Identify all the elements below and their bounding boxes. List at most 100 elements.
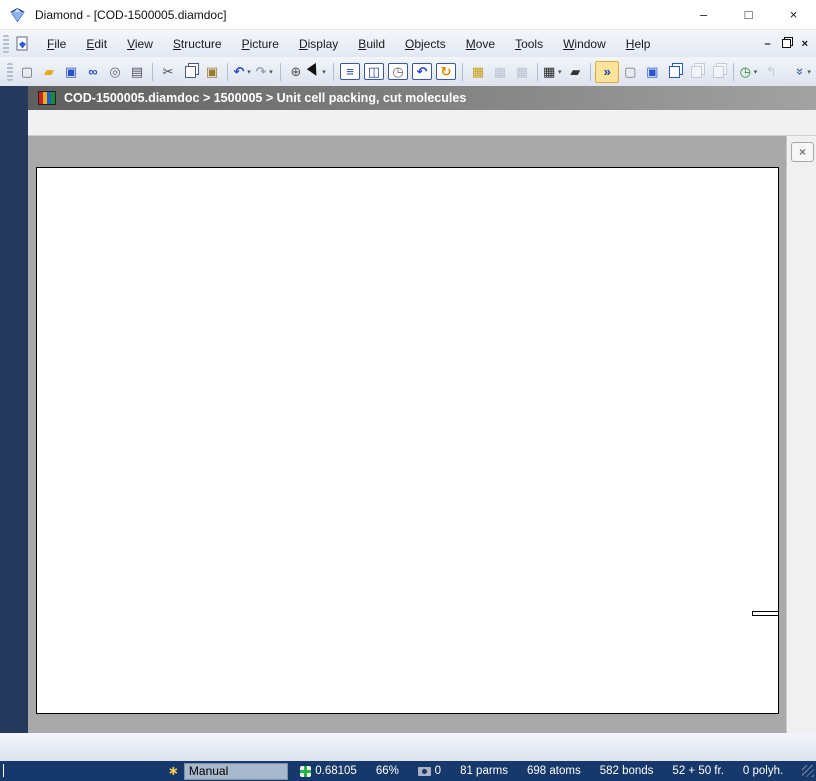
paste-button[interactable]: ▣ [201,62,223,82]
new-table-button[interactable]: ▦ [467,62,489,82]
menu-items: FileEditViewStructurePictureDisplayBuild… [37,33,660,55]
undefined[interactable] [0,737,22,757]
select-icon [306,63,321,78]
print-preview-button[interactable]: ◎ [104,62,126,82]
menu-tools[interactable]: Tools [505,33,553,55]
redo-button[interactable]: ↷▾ [254,62,276,82]
data-folder-button[interactable]: ▰ [564,62,586,82]
tree-view-button[interactable]: ≡ [340,63,360,80]
menu-view[interactable]: View [117,33,163,55]
close-button[interactable]: × [771,0,816,30]
new-document-icon: ▢ [21,65,33,78]
menu-objects[interactable]: Objects [395,33,456,55]
new-picture-button[interactable]: ▢ [619,62,641,82]
toolbar-separator [333,63,334,81]
pictures-stack-icon [713,66,724,78]
tree-view-icon: ≡ [346,65,354,78]
sidebar [0,86,28,733]
menu-display[interactable]: Display [289,33,348,55]
toolbar-separator [733,63,734,81]
copy-picture-button[interactable] [663,62,685,82]
save-button[interactable]: ▣ [60,62,82,82]
data-sheet-dropdown[interactable]: ▾ [556,68,563,76]
menu-structure[interactable]: Structure [163,33,232,55]
status-bar: ∗ Manual 0.68105 66% 0 81 parms 698 atom… [0,761,816,781]
toolbar-separator [280,63,281,81]
toolbar-separator [227,63,228,81]
document-icon [14,36,31,52]
toolbar-overflow-icon: » [794,68,807,75]
picture-history-dropdown[interactable]: ▾ [752,68,759,76]
picture-page[interactable] [36,167,779,714]
print-icon: ▤ [131,65,143,78]
picture-jump-button[interactable]: ↰ [760,62,782,82]
toolbar-grip[interactable] [7,63,13,81]
picture-caption-bar[interactable]: COD-1500005.diamdoc > 1500005 > Unit cel… [28,86,816,110]
history-view-button[interactable]: ◷ [388,63,408,80]
menu-move[interactable]: Move [456,33,505,55]
fast-forward-button[interactable]: » [595,61,619,83]
menu-file[interactable]: File [37,33,76,55]
picture-history-button[interactable]: ◷▾ [738,62,760,82]
diamond-window: Diamond - [COD-1500005.diamdoc] –□× File… [0,0,816,781]
mdi-controls: –× [764,38,808,50]
status-camera-count: 0 [435,765,441,777]
menu-help[interactable]: Help [616,33,661,55]
mdi-restore-button[interactable] [782,39,791,48]
menu-window[interactable]: Window [553,33,616,55]
refresh-button[interactable]: ↻ [436,63,456,80]
status-atoms: 698 atoms [527,765,581,777]
toolbar-separator [152,63,153,81]
restore-view-button[interactable]: ↶ [412,63,432,80]
picture-button[interactable]: ▣ [641,62,663,82]
picture-back-button[interactable] [685,62,707,82]
undo-dropdown[interactable]: ▾ [245,68,252,76]
crystal-structure[interactable] [37,168,778,713]
redo-dropdown[interactable]: ▾ [267,68,274,76]
text-caret [3,764,4,777]
select-button[interactable]: ▾ [307,62,329,82]
undo-button[interactable]: ↶▾ [232,62,254,82]
undo-icon: ↶ [234,65,245,78]
camera-icon [418,767,431,776]
menubar-grip[interactable] [3,35,9,53]
status-polyhedra: 0 polyh. [743,765,783,777]
mdi-minimize-button[interactable]: – [764,38,770,50]
split-view-button[interactable]: ◫ [364,63,384,80]
print-button[interactable]: ▤ [126,62,148,82]
toolbar-overflow-button[interactable]: »▾ [794,62,816,82]
find-button[interactable]: ∞ [82,62,104,82]
resize-grip[interactable] [802,765,814,777]
maximize-button[interactable]: □ [726,0,771,30]
mode-box[interactable]: Manual [184,763,289,780]
right-panel-strip: × [786,136,816,733]
status-message [0,761,168,781]
picture-thumb-icon [38,91,56,105]
copy-icon [185,66,196,78]
menu-edit[interactable]: Edit [76,33,117,55]
refresh-icon: ↻ [441,65,452,78]
data-sheet-button[interactable]: ▦▾ [542,62,564,82]
minimize-button[interactable]: – [681,0,726,30]
mdi-close-button[interactable]: × [802,38,808,50]
open-file-button[interactable]: ▰ [38,62,60,82]
menu-build[interactable]: Build [348,33,395,55]
cut-button[interactable]: ✂ [157,62,179,82]
pictures-stack-button[interactable] [707,62,729,82]
picture-icon: ▣ [646,65,658,78]
table-forward-button[interactable]: ▦ [489,62,511,82]
build-toolbar [0,733,816,761]
restore-view-icon: ↶ [417,65,428,78]
pan-button[interactable]: ⊕ [285,62,307,82]
cut-icon: ✂ [163,65,174,78]
status-value: 0.68105 [315,765,357,777]
close-picture-button[interactable]: × [791,142,814,162]
table-copy-button[interactable]: ▦ [511,62,533,82]
atom-legend[interactable] [752,611,779,616]
structure-info-bar [28,110,816,136]
title-bar[interactable]: Diamond - [COD-1500005.diamdoc] –□× [0,0,816,30]
menu-picture[interactable]: Picture [232,33,289,55]
copy-button[interactable] [179,62,201,82]
menu-bar: FileEditViewStructurePictureDisplayBuild… [0,30,816,57]
new-document-button[interactable]: ▢ [16,62,38,82]
